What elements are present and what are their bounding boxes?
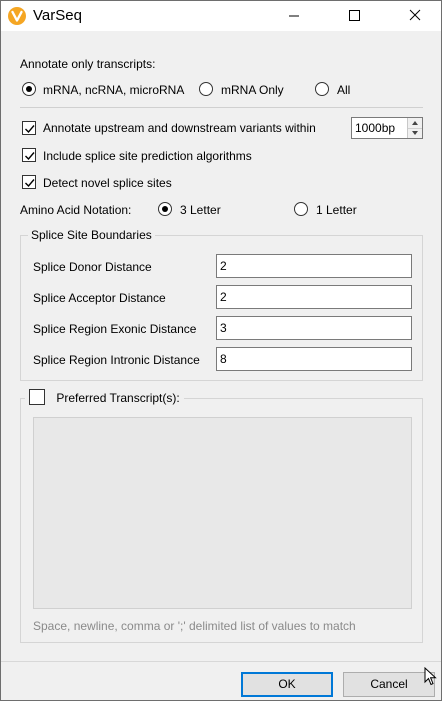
varseq-dialog: VarSeq Annotate only transcripts: mRNA, …: [0, 0, 442, 701]
preferred-transcripts-hint: Space, newline, comma or ';' delimited l…: [33, 619, 356, 633]
amino-acid-label: Amino Acid Notation:: [20, 203, 132, 217]
checkbox-novel-splice-label[interactable]: Detect novel splice sites: [43, 176, 172, 190]
title-bar[interactable]: VarSeq: [1, 1, 441, 31]
spin-buttons: [407, 118, 422, 138]
radio-1-letter[interactable]: [294, 202, 308, 216]
splice-acceptor-field[interactable]: 2: [216, 285, 412, 309]
splice-site-boundaries-title: Splice Site Boundaries: [28, 228, 155, 242]
minimize-icon: [289, 15, 299, 17]
distance-spinbox[interactable]: 1000bp: [351, 117, 423, 139]
distance-spinbox-value[interactable]: 1000bp: [355, 121, 395, 135]
mouse-cursor-icon: [424, 667, 437, 686]
radio-mrna-ncrna-microrna[interactable]: [22, 82, 36, 96]
checkmark-icon: [25, 179, 35, 188]
divider: [20, 107, 423, 108]
radio-mrna-ncrna-microrna-label[interactable]: mRNA, ncRNA, microRNA: [43, 83, 184, 97]
radio-all[interactable]: [315, 82, 329, 96]
preferred-transcripts-label[interactable]: Preferred Transcript(s):: [56, 391, 179, 405]
checkbox-splice-prediction[interactable]: [22, 148, 36, 162]
annotate-only-label: Annotate only transcripts:: [20, 57, 156, 71]
close-button[interactable]: [393, 1, 439, 31]
radio-1-letter-label[interactable]: 1 Letter: [316, 203, 357, 217]
splice-donor-label: Splice Donor Distance: [33, 260, 152, 274]
arrow-up-icon: [412, 121, 418, 125]
splice-exonic-label: Splice Region Exonic Distance: [33, 322, 197, 336]
minimize-button[interactable]: [271, 1, 317, 31]
close-icon: [409, 9, 421, 21]
maximize-icon: [349, 10, 360, 21]
radio-mrna-only[interactable]: [199, 82, 213, 96]
checkbox-preferred-transcripts[interactable]: [29, 389, 45, 405]
cancel-button[interactable]: Cancel: [343, 672, 435, 697]
preferred-transcripts-header: Preferred Transcript(s):: [25, 389, 184, 408]
varseq-logo-icon: [8, 7, 26, 25]
radio-3-letter-label[interactable]: 3 Letter: [180, 203, 221, 217]
radio-mrna-only-label[interactable]: mRNA Only: [221, 83, 284, 97]
splice-exonic-field[interactable]: 3: [216, 316, 412, 340]
radio-all-label[interactable]: All: [337, 83, 350, 97]
maximize-button[interactable]: [331, 1, 377, 31]
window-title: VarSeq: [33, 7, 82, 24]
splice-donor-field[interactable]: 2: [216, 254, 412, 278]
splice-intronic-field[interactable]: 8: [216, 347, 412, 371]
checkbox-upstream-downstream[interactable]: [22, 121, 36, 135]
checkbox-upstream-downstream-label[interactable]: Annotate upstream and downstream variant…: [43, 121, 316, 135]
preferred-transcripts-textarea[interactable]: [33, 417, 412, 609]
spin-down-button[interactable]: [408, 128, 422, 138]
checkmark-icon: [25, 152, 35, 161]
splice-acceptor-label: Splice Acceptor Distance: [33, 291, 166, 305]
checkbox-splice-prediction-label[interactable]: Include splice site prediction algorithm…: [43, 149, 252, 163]
splice-intronic-label: Splice Region Intronic Distance: [33, 353, 200, 367]
arrow-down-icon: [412, 131, 418, 135]
ok-button[interactable]: OK: [241, 672, 333, 697]
radio-3-letter[interactable]: [158, 202, 172, 216]
checkbox-novel-splice[interactable]: [22, 175, 36, 189]
checkmark-icon: [25, 125, 35, 134]
